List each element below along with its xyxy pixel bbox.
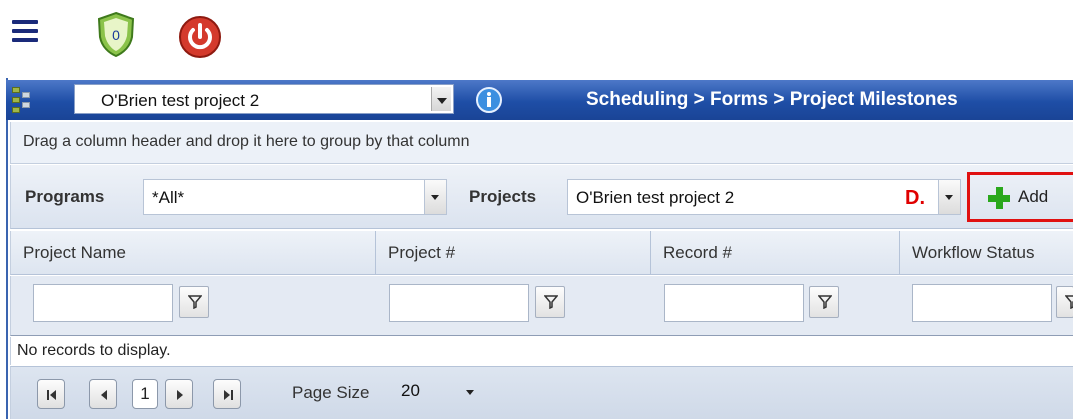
notifications-shield-icon[interactable]: 0 <box>96 11 136 58</box>
grid-column-header: Project Name Project # Record # Workflow… <box>10 231 1073 275</box>
add-button-label: Add <box>1018 187 1049 206</box>
annotation-label: D. <box>905 187 925 209</box>
grid-filter-row <box>10 276 1073 336</box>
breadcrumb: Scheduling > Forms > Project Milestones <box>586 89 958 110</box>
next-page-button[interactable] <box>165 379 193 409</box>
funnel-filter-icon[interactable] <box>809 286 839 318</box>
chevron-down-icon[interactable] <box>424 180 446 214</box>
funnel-filter-icon[interactable] <box>1056 286 1073 318</box>
app-toolbar: 0 <box>0 0 1073 78</box>
notifications-count: 0 <box>112 27 120 43</box>
column-header-record-number[interactable]: Record # <box>651 231 900 275</box>
programs-select[interactable]: *All* <box>143 179 447 215</box>
record-number-filter-input[interactable] <box>664 284 804 322</box>
funnel-filter-icon[interactable] <box>179 286 209 318</box>
filter-toolbar: Programs *All* Projects O'Brien test pro… <box>10 165 1073 229</box>
group-by-panel[interactable]: Drag a column header and drop it here to… <box>10 122 1073 164</box>
first-page-button[interactable] <box>37 379 65 409</box>
workflow-status-filter-input[interactable] <box>912 284 1052 322</box>
hamburger-menu-icon[interactable] <box>12 20 38 42</box>
chevron-down-icon[interactable] <box>938 180 960 214</box>
chevron-down-icon[interactable] <box>461 381 481 405</box>
column-header-workflow-status[interactable]: Workflow Status <box>900 231 1073 275</box>
previous-page-button[interactable] <box>89 379 117 409</box>
column-header-project-name[interactable]: Project Name <box>11 231 376 275</box>
column-header-label: Workflow Status <box>912 243 1035 262</box>
programs-select-value: *All* <box>152 188 185 207</box>
page-size-value: 20 <box>401 381 420 400</box>
plus-icon <box>988 187 1010 209</box>
project-number-filter-input[interactable] <box>389 284 529 322</box>
projects-label: Projects <box>469 187 537 206</box>
info-icon[interactable] <box>474 86 504 114</box>
empty-grid-message: No records to display. <box>17 342 171 359</box>
pager: 1 Page Size 20 <box>10 366 1073 419</box>
projects-select-value: O'Brien test project 2 <box>576 188 735 207</box>
group-by-hint: Drag a column header and drop it here to… <box>23 133 470 150</box>
page-size-label: Page Size <box>292 383 370 402</box>
column-header-label: Project # <box>388 243 456 262</box>
column-header-project-number[interactable]: Project # <box>376 231 651 275</box>
last-page-button[interactable] <box>213 379 241 409</box>
project-name-filter-input[interactable] <box>33 284 173 322</box>
current-page-number[interactable]: 1 <box>132 379 158 409</box>
column-header-label: Record # <box>663 243 732 262</box>
programs-label: Programs <box>25 187 105 206</box>
projects-select[interactable]: O'Brien test project 2 <box>567 179 961 215</box>
add-button-highlight: Add <box>967 172 1073 222</box>
header-bar: O'Brien test project 2 Scheduling > Form… <box>6 80 1073 120</box>
page-size-select[interactable]: 20 <box>391 377 481 409</box>
funnel-filter-icon[interactable] <box>535 286 565 318</box>
project-select[interactable]: O'Brien test project 2 <box>74 84 454 114</box>
project-select-value: O'Brien test project 2 <box>101 91 260 110</box>
empty-grid-message-row: No records to display. <box>10 337 1073 365</box>
grip-handle-icon[interactable] <box>12 87 32 115</box>
power-icon[interactable] <box>178 15 222 59</box>
chevron-down-icon[interactable] <box>431 87 451 111</box>
column-header-label: Project Name <box>23 243 126 262</box>
